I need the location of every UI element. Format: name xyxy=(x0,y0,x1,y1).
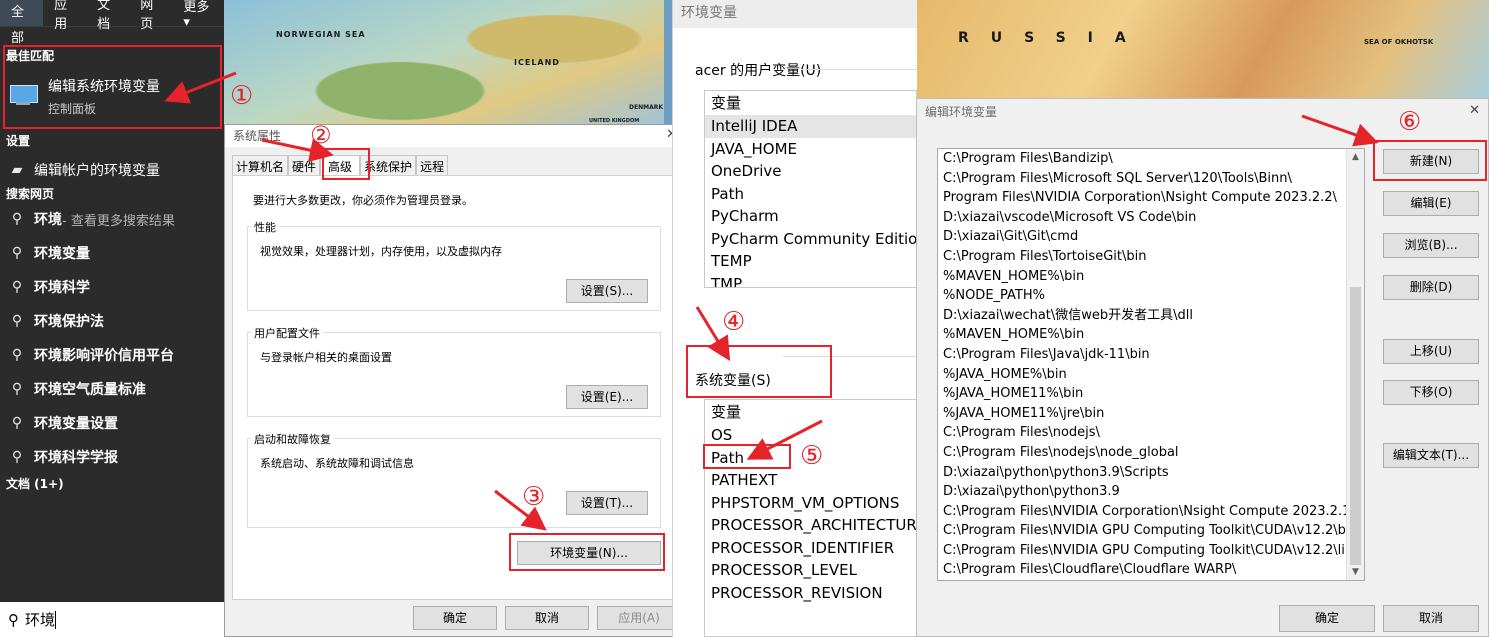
arrow-3 xyxy=(494,489,547,531)
annotation-arrows xyxy=(164,71,1379,531)
arrow-5 xyxy=(746,419,823,460)
arrow-1 xyxy=(164,71,237,104)
arrow-4 xyxy=(695,306,731,362)
arrow-6 xyxy=(1301,114,1379,147)
arrow-2 xyxy=(261,138,334,163)
